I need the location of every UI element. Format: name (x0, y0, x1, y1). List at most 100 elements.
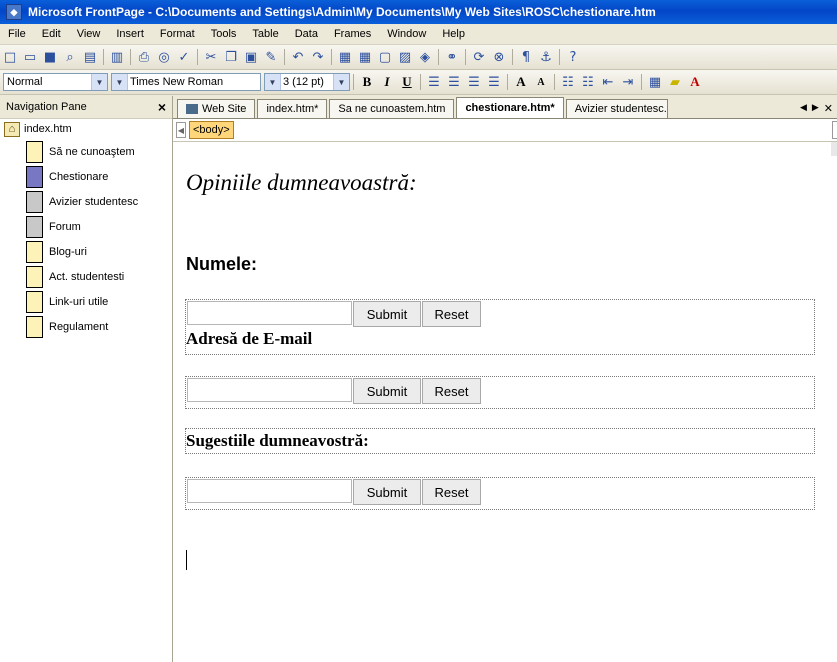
chevron-left-icon[interactable]: ◀ (176, 122, 186, 138)
submit-button[interactable]: Submit (353, 301, 421, 327)
menu-view[interactable]: View (69, 28, 109, 40)
menu-tools[interactable]: Tools (203, 28, 245, 40)
close-icon[interactable]: ✕ (824, 102, 833, 115)
menu-edit[interactable]: Edit (34, 28, 69, 40)
new-page-icon[interactable]: □ (1, 48, 19, 66)
hyperlink-icon[interactable]: ⚭ (443, 48, 461, 66)
chevron-down-icon[interactable]: ▼ (91, 74, 107, 90)
web-component-icon[interactable]: ▦ (336, 48, 354, 66)
font-color-icon[interactable]: A (686, 73, 704, 91)
cut-icon[interactable]: ✂ (202, 48, 220, 66)
open-icon[interactable]: ▭ (21, 48, 39, 66)
font-size-combo[interactable]: ▼ 3 (12 pt) ▼ (264, 73, 350, 91)
toolbar-separator (130, 49, 131, 65)
format-painter-icon[interactable]: ✎ (262, 48, 280, 66)
insert-picture-icon[interactable]: ▨ (396, 48, 414, 66)
nav-item-sa-ne-cunoastem[interactable]: Să ne cunoaştem (26, 139, 172, 164)
chevron-right-icon[interactable]: ▶ (812, 103, 819, 113)
insert-layer-icon[interactable]: ▢ (376, 48, 394, 66)
chevron-down-icon[interactable]: ▼ (112, 74, 128, 90)
suggestions-input[interactable] (187, 479, 352, 503)
highlight-icon[interactable]: ▰ (666, 73, 684, 91)
menu-file[interactable]: File (0, 28, 34, 40)
refresh-icon[interactable]: ⟳ (470, 48, 488, 66)
tab-web-site[interactable]: Web Site (177, 99, 256, 118)
numbering-icon[interactable]: ☷ (559, 73, 577, 91)
increase-font-icon[interactable]: A (512, 73, 530, 91)
nav-root-item[interactable]: ⌂ index.htm (4, 119, 172, 139)
preview-icon[interactable]: ◎ (155, 48, 173, 66)
decrease-indent-icon[interactable]: ⇤ (599, 73, 617, 91)
menu-frames[interactable]: Frames (326, 28, 379, 40)
submit-button[interactable]: Submit (353, 479, 421, 505)
tab-sa-ne-cunoastem[interactable]: Sa ne cunoastem.htm (329, 99, 455, 118)
copy-icon[interactable]: ❐ (222, 48, 240, 66)
undo-icon[interactable]: ↶ (289, 48, 307, 66)
spelling-icon[interactable]: ✓ (175, 48, 193, 66)
nav-item-act-studentesti[interactable]: Act. studentesti (26, 264, 172, 289)
drawing-icon[interactable]: ◈ (416, 48, 434, 66)
menu-insert[interactable]: Insert (108, 28, 152, 40)
quick-tag-scroll[interactable] (832, 121, 837, 139)
nav-item-avizier-studentesc[interactable]: Avizier studentesc (26, 189, 172, 214)
italic-icon[interactable]: I (378, 73, 396, 91)
toggle-pane-icon[interactable]: ▥ (108, 48, 126, 66)
close-icon[interactable]: × (158, 99, 166, 115)
reset-button[interactable]: Reset (422, 301, 481, 327)
stop-icon[interactable]: ⊗ (490, 48, 508, 66)
menu-table[interactable]: Table (244, 28, 286, 40)
text-cursor (186, 550, 187, 570)
frontpage-app-icon[interactable]: ◆ (6, 4, 22, 20)
nav-item-blog-uri[interactable]: Blog-uri (26, 239, 172, 264)
decrease-font-icon[interactable]: A (532, 73, 550, 91)
search-icon[interactable]: ⌕ (61, 48, 79, 66)
tab-avizier-studentesc[interactable]: Avizier studentesc.htm (565, 99, 668, 118)
design-view-editor[interactable]: Opiniile dumneavoastră: Numele: Submit R… (173, 142, 837, 662)
menu-window[interactable]: Window (379, 28, 434, 40)
chevron-down-icon[interactable]: ▼ (265, 74, 281, 90)
reset-button[interactable]: Reset (422, 479, 481, 505)
print-icon[interactable]: ⎙ (135, 48, 153, 66)
nav-item-regulament[interactable]: Regulament (26, 314, 172, 339)
menu-format[interactable]: Format (152, 28, 203, 40)
window-title: Microsoft FrontPage - C:\Documents and S… (28, 5, 656, 19)
font-combo[interactable]: ▼ Times New Roman (111, 73, 261, 91)
toolbar-separator (507, 74, 508, 90)
email-input[interactable] (187, 378, 352, 402)
body-tag[interactable]: <body> (189, 121, 234, 139)
bold-icon[interactable]: B (358, 73, 376, 91)
tab-chestionare[interactable]: chestionare.htm* (456, 97, 564, 118)
style-combo[interactable]: Normal ▼ (3, 73, 108, 91)
scrollbar[interactable] (831, 142, 837, 156)
submit-button[interactable]: Submit (353, 378, 421, 404)
redo-icon[interactable]: ↷ (309, 48, 327, 66)
insert-table-icon[interactable]: ▦ (356, 48, 374, 66)
align-right-icon[interactable]: ☰ (465, 73, 483, 91)
save-icon[interactable]: ■ (41, 48, 59, 66)
anchor-icon[interactable]: ⚓ (537, 48, 555, 66)
nav-item-link-uri-utile[interactable]: Link-uri utile (26, 289, 172, 314)
menu-data[interactable]: Data (287, 28, 326, 40)
increase-indent-icon[interactable]: ⇥ (619, 73, 637, 91)
tab-index[interactable]: index.htm* (257, 99, 328, 118)
chevron-left-icon[interactable]: ◀ (800, 103, 807, 113)
nav-item-forum[interactable]: Forum (26, 214, 172, 239)
nav-item-label: Forum (49, 220, 81, 233)
name-input[interactable] (187, 301, 352, 325)
justify-icon[interactable]: ☰ (485, 73, 503, 91)
nav-item-chestionare[interactable]: Chestionare (26, 164, 172, 189)
name-label: Numele: (186, 254, 258, 274)
bullets-icon[interactable]: ☷ (579, 73, 597, 91)
help-icon[interactable]: ? (564, 48, 582, 66)
paste-icon[interactable]: ▣ (242, 48, 260, 66)
page-icon (26, 215, 43, 238)
borders-icon[interactable]: ▦ (646, 73, 664, 91)
publish-icon[interactable]: ▤ (81, 48, 99, 66)
show-all-icon[interactable]: ¶ (517, 48, 535, 66)
align-left-icon[interactable]: ☰ (425, 73, 443, 91)
underline-icon[interactable]: U (398, 73, 416, 91)
reset-button[interactable]: Reset (422, 378, 481, 404)
chevron-down-icon[interactable]: ▼ (333, 74, 349, 90)
align-center-icon[interactable]: ☰ (445, 73, 463, 91)
menu-help[interactable]: Help (434, 28, 473, 40)
